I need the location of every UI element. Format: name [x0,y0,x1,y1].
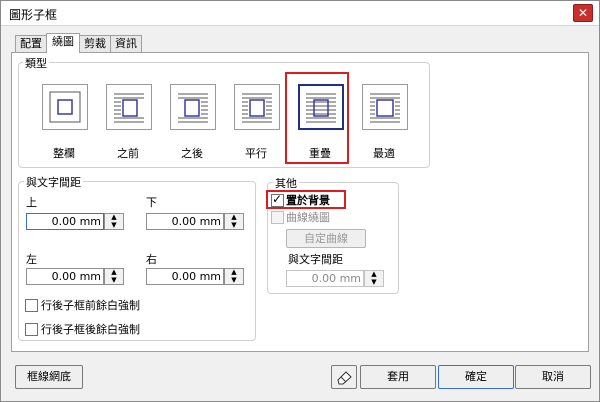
force-before-label: 行後子框前餘白強制 [41,299,140,312]
spin-down-icon[interactable]: ▼ [225,277,243,284]
wrap-label-after: 之後 [181,147,203,160]
left-distance-field[interactable]: 0.00 mm [26,268,104,285]
top-distance-field[interactable]: 0.00 mm [26,213,104,230]
tab-layout[interactable]: 配置 [15,35,47,52]
other-distance-spinner[interactable]: 0.00 mm ▲ ▼ [286,270,390,287]
custom-curve-button[interactable]: 自定曲線 [286,229,366,248]
wrap-option-best-fit[interactable] [362,84,408,130]
other-distance-label: 與文字間距 [288,253,343,266]
tab-info[interactable]: 資訊 [110,35,142,52]
spin-down-icon[interactable]: ▼ [225,222,243,229]
wrap-option-before[interactable] [106,84,152,130]
spin-down-icon[interactable]: ▼ [365,279,383,286]
eraser-icon [337,371,352,385]
curve-wrap-checkbox[interactable] [271,211,284,224]
spin-up-icon[interactable]: ▲ [225,269,243,276]
wrap-label-before: 之前 [117,147,139,160]
title-bar: 圖形子框 ✕ [1,1,599,26]
wrap-label-column: 整欄 [53,147,75,160]
force-after-checkbox[interactable] [25,323,38,336]
distance-group [18,181,256,341]
right-distance-spinner[interactable]: 0.00 mm ▲ ▼ [146,268,250,285]
border-shading-button[interactable]: 框線網底 [15,365,83,389]
wrap-best-fit-icon [370,93,400,123]
wrap-label-best-fit: 最適 [373,147,395,160]
curve-wrap-label: 曲線繞圖 [286,211,330,224]
wrap-after-icon [178,93,208,123]
tab-wrap[interactable]: 繞圖 [46,33,80,53]
wrap-before-icon [114,93,144,123]
window-title: 圖形子框 [9,8,58,22]
cancel-button[interactable]: 取消 [515,365,591,389]
wrap-column-icon [47,89,83,125]
spin-down-icon[interactable]: ▼ [105,277,123,284]
force-before-checkbox[interactable] [25,299,38,312]
close-button[interactable]: ✕ [573,4,593,22]
force-after-label: 行後子框後餘白強制 [41,323,140,336]
apply-button[interactable]: 套用 [360,365,436,389]
wrap-option-column[interactable] [42,84,88,130]
bottom-distance-arrows[interactable]: ▲ ▼ [224,213,244,230]
bottom-label: 下 [146,196,157,209]
wrap-type-label: 類型 [23,55,49,71]
other-distance-arrows[interactable]: ▲ ▼ [364,270,384,287]
wrap-option-parallel[interactable] [234,84,280,130]
overlap-highlight [285,72,349,164]
left-label: 左 [26,253,37,266]
ok-button[interactable]: 確定 [438,365,514,389]
close-icon: ✕ [577,6,589,20]
left-distance-arrows[interactable]: ▲ ▼ [104,268,124,285]
top-label: 上 [26,196,37,209]
wrap-option-after[interactable] [170,84,216,130]
behind-highlight [266,190,346,209]
eraser-button[interactable] [331,365,357,389]
left-distance-spinner[interactable]: 0.00 mm ▲ ▼ [26,268,130,285]
top-distance-arrows[interactable]: ▲ ▼ [104,213,124,230]
spin-up-icon[interactable]: ▲ [365,271,383,278]
wrap-label-parallel: 平行 [245,147,267,160]
spin-up-icon[interactable]: ▲ [105,269,123,276]
spin-up-icon[interactable]: ▲ [105,214,123,221]
wrap-parallel-icon [242,93,272,123]
right-distance-field[interactable]: 0.00 mm [146,268,224,285]
top-distance-spinner[interactable]: 0.00 mm ▲ ▼ [26,213,130,230]
spin-up-icon[interactable]: ▲ [225,214,243,221]
spin-down-icon[interactable]: ▼ [105,222,123,229]
bottom-distance-field[interactable]: 0.00 mm [146,213,224,230]
bottom-distance-spinner[interactable]: 0.00 mm ▲ ▼ [146,213,250,230]
tab-panel: 類型 整欄 之前 之後 平行 重疊 最適 與文字間距 上 0.00 mm ▲ ▼… [11,52,589,352]
distance-label: 與文字間距 [24,174,83,190]
right-label: 右 [146,253,157,266]
tab-crop[interactable]: 剪裁 [79,35,111,52]
other-distance-field[interactable]: 0.00 mm [286,270,364,287]
other-label: 其他 [273,175,299,191]
dialog-window: 圖形子框 ✕ 配置 繞圖 剪裁 資訊 類型 整欄 之前 之後 平行 重疊 最適 … [0,0,600,402]
right-distance-arrows[interactable]: ▲ ▼ [224,268,244,285]
